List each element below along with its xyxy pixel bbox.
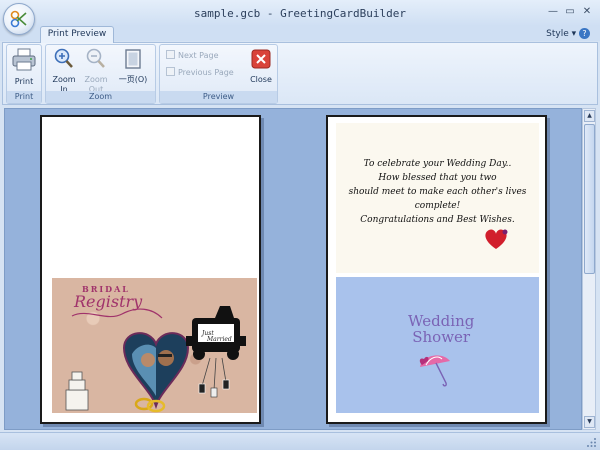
restore-button[interactable]: ▭ (563, 5, 577, 19)
scroll-down-arrow[interactable]: ▼ (584, 416, 595, 428)
preview-group: Next Page Previous Page Close Preview (159, 44, 278, 104)
window-title: sample.gcb - GreetingCardBuilder (194, 7, 406, 20)
resize-grip-icon[interactable] (587, 438, 597, 448)
verse-line-3: should meet to make each other's lives c… (348, 187, 527, 211)
next-page-label: Next Page (178, 51, 219, 60)
zoom-group: Zoom In Zoom Out 一页(O) Zoom (45, 44, 156, 104)
app-menu-button[interactable] (3, 3, 35, 35)
left-card-page[interactable]: BRIDAL Registry Just Married (40, 115, 261, 424)
wedding-shower-title: Wedding Shower (408, 313, 474, 345)
page-icon (125, 49, 141, 69)
heart-icon (485, 229, 508, 249)
style-menu-label: Style (546, 29, 569, 39)
wedding-shower-panel: Wedding Shower (336, 277, 539, 413)
previous-page-icon (166, 67, 175, 76)
umbrella-icon (419, 355, 450, 387)
close-label: Close (250, 75, 272, 84)
svg-text:Married: Married (206, 336, 232, 343)
shower-line-1: Wedding (408, 312, 475, 330)
zoom-in-button[interactable]: Zoom In (50, 48, 78, 95)
one-page-label: 一页(O) (118, 75, 148, 84)
tab-print-preview[interactable]: Print Preview (40, 26, 114, 43)
previous-page-label: Previous Page (178, 68, 234, 77)
print-label: Print (14, 77, 34, 86)
one-page-button[interactable]: 一页(O) (114, 48, 152, 85)
close-x-icon (251, 49, 271, 69)
zoom-out-label-1: Zoom (84, 75, 108, 84)
previous-page-button[interactable]: Previous Page (166, 67, 234, 77)
chevron-down-icon: ▾ (571, 29, 579, 39)
verse-line-1: To celebrate your Wedding Day.. (363, 159, 512, 169)
style-menu[interactable]: Style ▾ ? (546, 28, 590, 39)
zoom-in-label-1: Zoom (52, 75, 76, 84)
magnifier-minus-icon (86, 48, 105, 68)
title-bar: sample.gcb - GreetingCardBuilder — ▭ ✕ (0, 0, 600, 26)
verse-line-4: Congratulations and Best Wishes. (360, 215, 515, 225)
scroll-up-arrow[interactable]: ▲ (584, 110, 595, 122)
card-builder-icon (10, 10, 27, 28)
greeting-verse: To celebrate your Wedding Day.. How bles… (336, 157, 539, 227)
close-window-button[interactable]: ✕ (580, 5, 594, 19)
preview-workspace: BRIDAL Registry Just Married To celebrat… (4, 108, 582, 430)
collage-artwork: Just Married (65, 306, 246, 413)
ribbon: Print Print Zoom In Zoom Out 一页(O) Zoom … (2, 42, 598, 105)
shower-line-2: Shower (412, 328, 471, 346)
printer-icon (12, 48, 36, 71)
minimize-button[interactable]: — (546, 5, 560, 19)
magnifier-plus-icon (54, 48, 73, 68)
bridal-registry-collage: BRIDAL Registry Just Married (52, 278, 257, 413)
verse-line-2: How blessed that you two (378, 173, 497, 183)
print-group-label: Print (7, 91, 41, 103)
zoom-out-button[interactable]: Zoom Out (82, 48, 110, 95)
close-preview-button[interactable]: Close (247, 48, 275, 85)
next-page-button[interactable]: Next Page (166, 50, 219, 60)
next-page-icon (166, 50, 175, 59)
status-bar (0, 432, 600, 450)
help-icon[interactable]: ? (579, 28, 590, 39)
print-button[interactable]: Print (8, 48, 40, 87)
print-group: Print Print (6, 44, 42, 104)
vertical-scrollbar[interactable]: ▲ ▼ (582, 108, 596, 430)
scrollbar-thumb[interactable] (584, 124, 595, 274)
greeting-verse-panel: To celebrate your Wedding Day.. How bles… (336, 123, 539, 273)
preview-group-label: Preview (160, 91, 277, 103)
right-card-page[interactable]: To celebrate your Wedding Day.. How bles… (326, 115, 547, 424)
zoom-group-label: Zoom (46, 91, 155, 103)
